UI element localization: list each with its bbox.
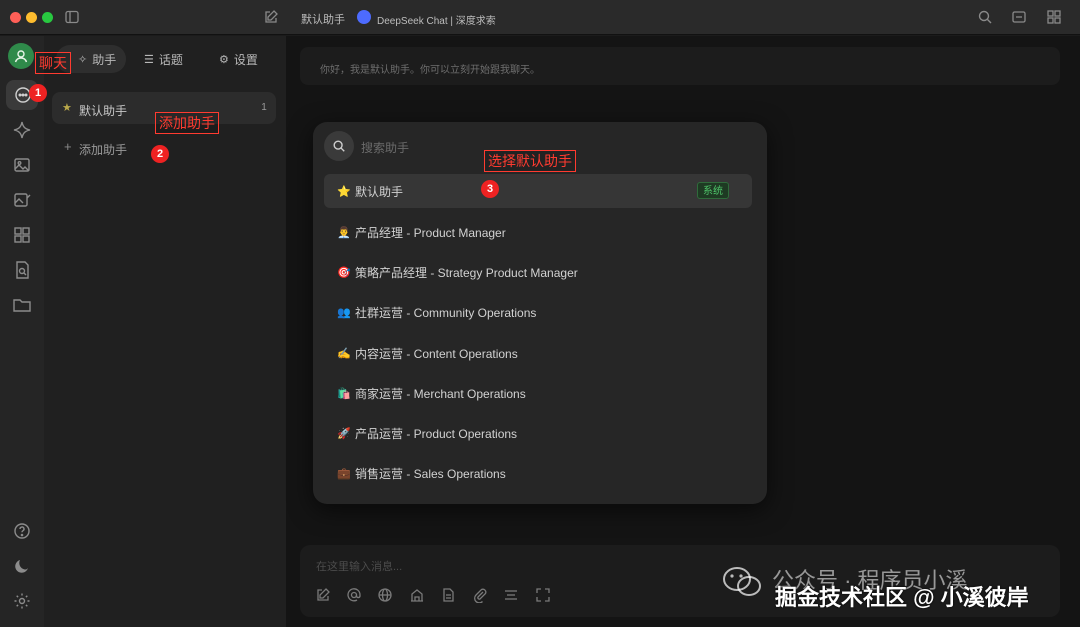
current-assistant-title: 默认助手 [301,14,345,26]
new-chat-icon[interactable] [263,9,279,25]
toggle-sidebar-icon[interactable] [64,9,80,25]
sparkle-icon[interactable] [12,120,32,140]
avatar[interactable] [8,43,34,69]
model-selector[interactable]: DeepSeek Chat | 深度求索 [377,12,496,27]
deepseek-logo-icon [357,10,371,24]
sparkle-icon: ✧ [78,53,88,66]
document-icon[interactable] [440,587,456,603]
popup-item-label: 内容运营 - Content Operations [355,347,518,361]
star-icon: ⭐ [337,186,351,198]
popup-item-label: 销售运营 - Sales Operations [355,467,506,481]
popup-item-default-assistant[interactable]: ⭐ 默认助手 [337,183,403,200]
popup-item-label: 产品运营 - Product Operations [355,427,518,441]
globe-icon[interactable] [377,587,393,603]
assistant-name: 默认助手 [79,104,128,118]
add-assistant-button[interactable]: 添加助手 [79,141,127,158]
plus-icon: + [64,139,72,154]
topic-count-badge: 1 [261,102,267,113]
shopping-bag-icon: 🛍️ [337,388,351,400]
popup-item-product-manager[interactable]: 👨‍💼 产品经理 - Product Manager [337,224,506,241]
gear-icon: ⚙ [219,53,229,66]
search-button[interactable] [324,131,354,161]
clear-context-icon[interactable] [503,587,519,603]
search-icon[interactable] [977,9,993,25]
document-search-icon[interactable] [12,260,32,280]
wechat-logo-icon [723,567,761,596]
tab-assistants-label: 助手 [92,52,117,67]
title-bar: 默认助手 DeepSeek Chat | 深度求索 [0,0,1080,35]
layout-grid-icon[interactable] [1046,9,1062,25]
apps-grid-icon[interactable] [12,225,32,245]
mention-icon[interactable] [346,587,362,603]
image-icon[interactable] [12,155,32,175]
people-icon: 👥 [337,307,351,319]
annotation-chat: 聊天 [35,52,71,74]
popup-item-label: 策略产品经理 - Strategy Product Manager [355,266,578,280]
minimize-window-button[interactable] [26,12,37,23]
annotation-number-2: 2 [151,145,169,163]
tab-topics[interactable]: ☰ 话题 [144,45,183,73]
assistant-search-input[interactable]: 搜索助手 [361,139,409,156]
close-window-button[interactable] [10,12,21,23]
tab-settings-label: 设置 [233,52,258,67]
user-icon [14,50,28,63]
popup-item-label: 产品经理 - Product Manager [355,226,506,240]
writing-hand-icon: ✍️ [337,348,351,360]
annotation-select-default: 选择默认助手 [484,150,576,172]
list-icon: ☰ [144,53,154,66]
star-icon: ★ [62,102,72,114]
tab-topics-label: 话题 [158,52,183,67]
popup-item-label: 默认助手 [355,185,404,199]
expand-icon[interactable] [1011,9,1027,25]
tab-settings[interactable]: ⚙ 设置 [219,45,258,73]
attachment-icon[interactable] [472,587,488,603]
popup-item-content-ops[interactable]: ✍️ 内容运营 - Content Operations [337,345,518,362]
target-icon: 🎯 [337,267,351,279]
maximize-window-button[interactable] [42,12,53,23]
popup-item-merchant-ops[interactable]: 🛍️ 商家运营 - Merchant Operations [337,385,526,402]
popup-item-sales-ops[interactable]: 💼 销售运营 - Sales Operations [337,465,506,482]
search-icon [333,140,345,152]
message-input[interactable]: 在这里输入消息... [316,558,402,574]
popup-item-label: 商家运营 - Merchant Operations [355,387,526,401]
greeting-text: 你好，我是默认助手。你可以立刻开始跟我聊天。 [320,65,540,76]
popup-item-strategy-pm[interactable]: 🎯 策略产品经理 - Strategy Product Manager [337,264,578,281]
person-icon: 👨‍💼 [337,227,351,239]
system-tag: 系统 [697,182,729,199]
moon-icon[interactable] [12,556,32,576]
image-edit-icon[interactable] [12,190,32,210]
knowledge-base-icon[interactable] [409,587,425,603]
rocket-icon: 🚀 [337,428,351,440]
annotation-number-3: 3 [481,180,499,198]
popup-item-community-ops[interactable]: 👥 社群运营 - Community Operations [337,304,536,321]
settings-gear-icon[interactable] [12,591,32,611]
popup-item-label: 社群运营 - Community Operations [355,306,537,320]
popup-item-product-ops[interactable]: 🚀 产品运营 - Product Operations [337,425,517,442]
edit-icon[interactable] [315,587,331,603]
fullscreen-icon[interactable] [535,587,551,603]
annotation-add-assistant: 添加助手 [155,112,219,134]
briefcase-icon: 💼 [337,468,351,480]
annotation-number-1: 1 [29,84,47,102]
watermark-line2: 掘金技术社区 @ 小溪彼岸 [775,585,1029,610]
folder-icon[interactable] [12,295,32,315]
help-icon[interactable] [12,521,32,541]
